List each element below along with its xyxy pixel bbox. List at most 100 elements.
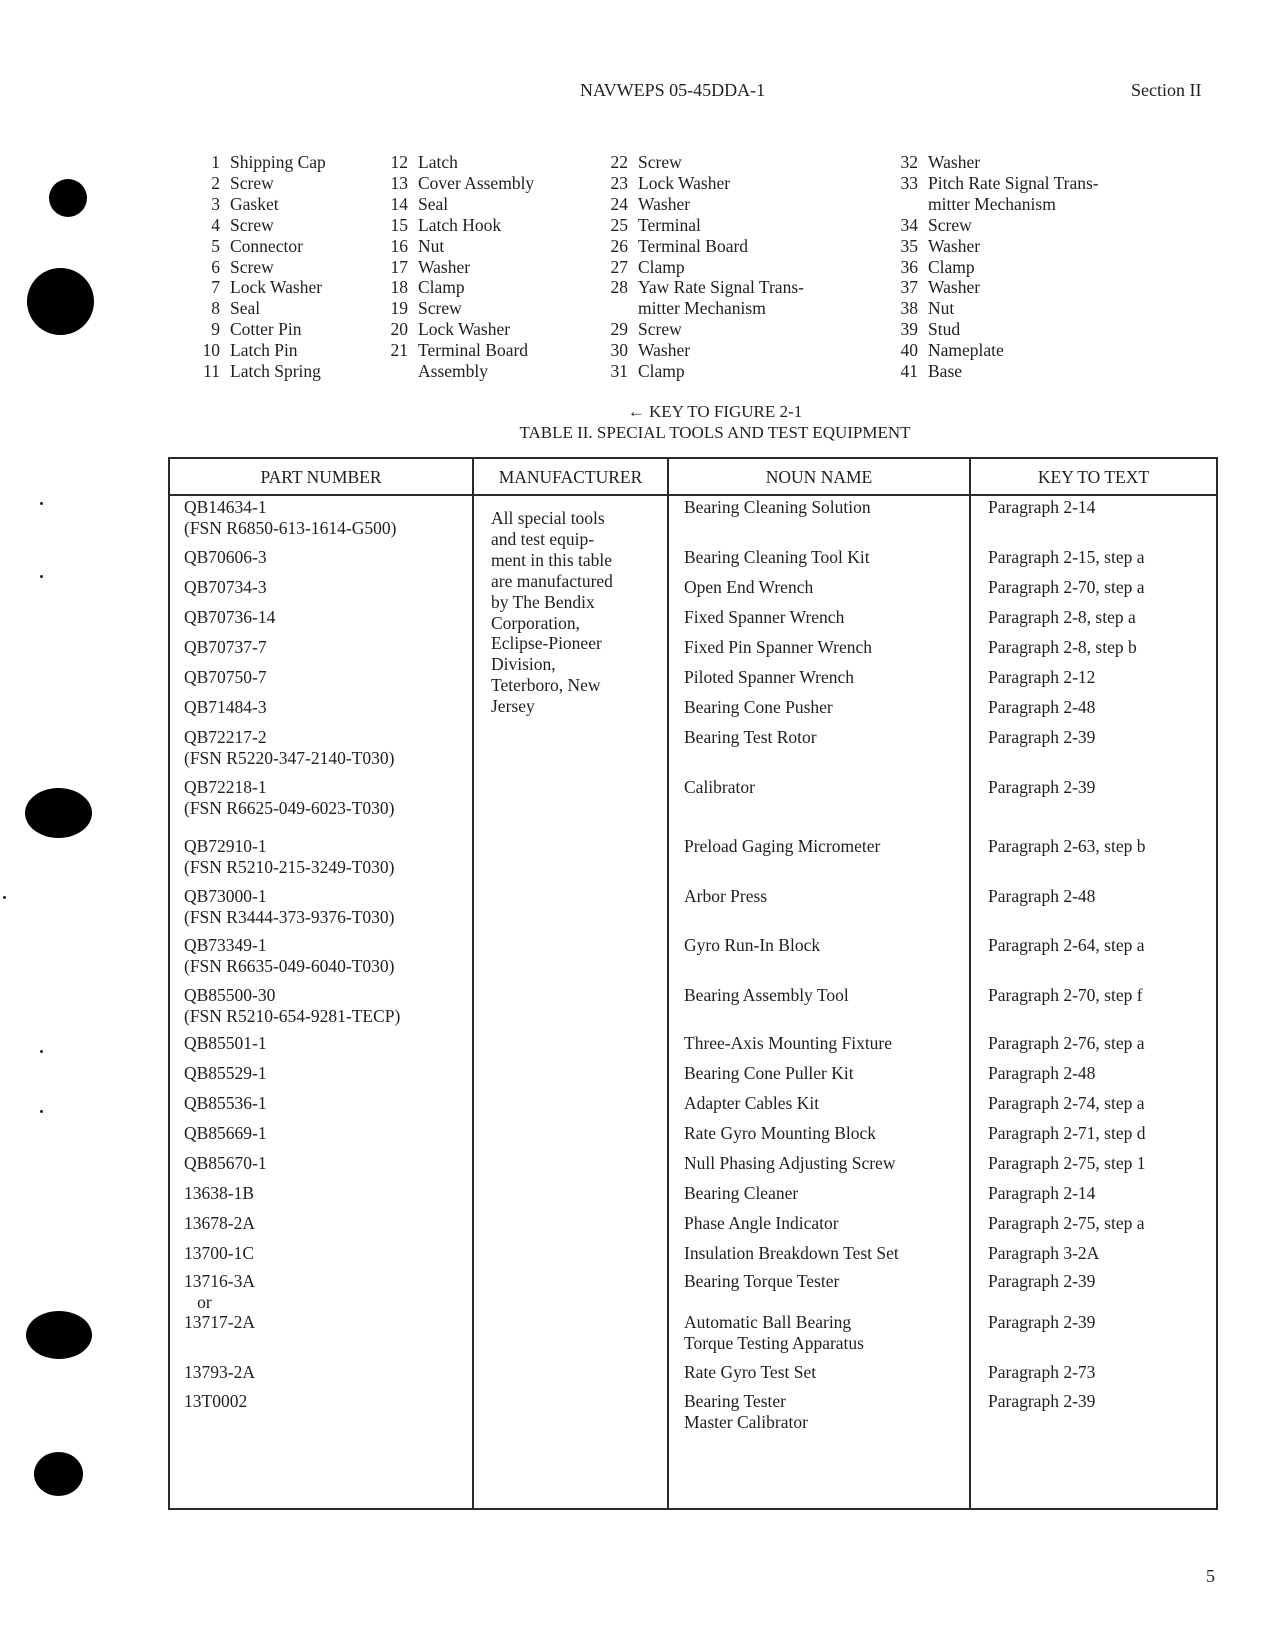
part-number-line: QB70750-7: [184, 667, 267, 687]
noun-name-line: Bearing Test Rotor: [684, 727, 817, 747]
noun-name-line: Fixed Spanner Wrench: [684, 607, 845, 627]
figure-key-item: 25 Terminal: [602, 215, 804, 236]
part-number: QB85501-1: [184, 1033, 267, 1054]
figure-key-label: Screw: [638, 152, 682, 172]
part-number: QB70736-14: [184, 607, 275, 628]
noun-name: Piloted Spanner Wrench: [684, 667, 854, 688]
figure-key-number: 34: [900, 214, 919, 235]
figure-key-label: Nameplate: [928, 340, 1004, 361]
figure-key-item: 38 Nut: [892, 298, 1099, 319]
part-number: QB72910-1 (FSN R5210-215-3249-T030): [184, 836, 394, 878]
part-number: 13717-2A: [184, 1312, 255, 1333]
key-to-text: Paragraph 2-8, step a: [988, 607, 1136, 628]
figure-key-item: 19 Screw: [382, 298, 534, 319]
figure-key-item: 24 Washer: [602, 194, 804, 215]
figure-key-number: 23: [610, 172, 629, 193]
noun-name-line: Rate Gyro Mounting Block: [684, 1123, 876, 1143]
figure-key-item: 41 Base: [892, 361, 1099, 382]
noun-name: Insulation Breakdown Test Set: [684, 1243, 899, 1264]
noun-name-line: Null Phasing Adjusting Screw: [684, 1153, 896, 1173]
noun-name-line: Arbor Press: [684, 886, 768, 906]
figure-key-item: 13 Cover Assembly: [382, 173, 535, 194]
figure-key-label: Seal: [418, 193, 449, 214]
manufacturer-note-line: Division,: [491, 654, 556, 675]
figure-key-item: 3 Gasket: [198, 194, 326, 215]
part-number: 13716-3A or: [184, 1271, 255, 1313]
figure-key-number: 38: [900, 298, 919, 319]
figure-key-label: Screw: [928, 214, 972, 235]
key-to-text: Paragraph 2-12: [988, 667, 1095, 688]
figure-key-item: 0mitter Mechanism: [602, 298, 804, 319]
figure-key-number: 6: [211, 256, 220, 277]
part-number-line: QB85669-1: [184, 1123, 267, 1143]
part-number-line: (FSN R3444-373-9376-T030): [184, 906, 395, 927]
noun-name: Fixed Pin Spanner Wrench: [684, 637, 872, 658]
noun-name: Rate Gyro Mounting Block: [684, 1123, 876, 1144]
noun-name: Bearing Cone Pusher: [684, 697, 833, 718]
figure-key-label: Connector: [230, 235, 303, 256]
key-to-text: Paragraph 2-39: [988, 777, 1095, 798]
figure-key-number: 40: [900, 340, 919, 361]
part-number: QB85670-1: [184, 1153, 267, 1174]
noun-name: Open End Wrench: [684, 577, 813, 598]
part-number-line: (FSN R5210-654-9281-TECP): [184, 1005, 401, 1026]
part-number: 13678-2A: [184, 1213, 255, 1234]
part-number-line: QB14634-1: [184, 497, 267, 517]
key-to-text: Paragraph 2-70, step f: [988, 985, 1143, 1006]
figure-key-number: 10: [202, 340, 221, 361]
figure-key-label: Pitch Rate Signal Trans-: [928, 172, 1099, 193]
figure-key-label: Latch Pin: [230, 340, 298, 361]
part-number-line: 13793-2A: [184, 1362, 255, 1382]
figure-key-number: 17: [390, 256, 409, 277]
figure-key-item: 22 Screw: [602, 152, 804, 173]
figure-key-item: 14 Seal: [382, 194, 534, 215]
part-number-line: QB72910-1: [184, 836, 267, 856]
page-number: 5: [1206, 1566, 1215, 1586]
punch-hole: [34, 1452, 83, 1496]
column-divider: [969, 457, 971, 1510]
noun-name-line: Bearing Cleaning Solution: [684, 497, 871, 517]
figure-key-label: Lock Washer: [230, 277, 323, 298]
noun-name-line: Bearing Cleaning Tool Kit: [684, 547, 870, 567]
figure-key-number: 27: [610, 256, 629, 277]
key-to-text: Paragraph 2-63, step b: [988, 836, 1145, 857]
noun-name: Null Phasing Adjusting Screw: [684, 1153, 895, 1174]
noun-name: Automatic Ball Bearing Torque Testing App…: [684, 1312, 864, 1354]
document-id: NAVWEPS 05-45DDA-1: [580, 80, 766, 100]
figure-key-item: 30 Washer: [602, 340, 804, 361]
noun-name-line: Calibrator: [684, 777, 755, 797]
punch-hole: [49, 179, 87, 217]
key-to-text: Paragraph 2-74, step a: [988, 1093, 1144, 1114]
part-number: QB72217-2 (FSN R5220-347-2140-T030): [184, 727, 394, 769]
part-number: QB73000-1 (FSN R3444-373-9376-T030): [184, 886, 394, 928]
key-to-text: Paragraph 2-14: [988, 1183, 1095, 1204]
figure-key-item: 17 Washer: [382, 257, 534, 278]
section-label: Section II: [1131, 80, 1202, 100]
figure-key-item: 16 Nut: [382, 236, 534, 257]
noun-name-line: Bearing Torque Tester: [684, 1271, 840, 1291]
figure-key-label: Cotter Pin: [230, 319, 302, 340]
part-number: 13700-1C: [184, 1243, 254, 1264]
figure-key-number: 39: [900, 319, 919, 340]
figure-key-number: 1: [211, 152, 220, 172]
part-number-line: QB85536-1: [184, 1093, 267, 1113]
part-number: QB70737-7: [184, 637, 267, 658]
key-to-text: Paragraph 2-48: [988, 697, 1095, 718]
figure-key-item: 23 Lock Washer: [602, 173, 804, 194]
figure-key-item: 39 Stud: [892, 319, 1099, 340]
manufacturer-note: All special tools and test equip-ment in …: [491, 508, 666, 717]
part-number-line: QB73349-1: [184, 935, 267, 955]
figure-key-label: Terminal Board: [418, 340, 529, 361]
table-title: TABLE II. SPECIAL TOOLS AND TEST EQUIPME…: [519, 423, 911, 442]
figure-key-number: 5: [211, 235, 220, 256]
figure-key-item: 5 Connector: [198, 236, 326, 257]
noun-name-line: Phase Angle Indicator: [684, 1213, 839, 1233]
figure-key-item: 10 Latch Pin: [198, 340, 326, 361]
part-number-line: 13638-1B: [184, 1183, 254, 1203]
part-number-line: (FSN R5210-215-3249-T030): [184, 856, 395, 877]
figure-key-number: 28: [610, 277, 629, 298]
figure-key-label: Base: [928, 361, 963, 382]
figure-key-number: 11: [203, 361, 220, 382]
figure-key-item: 0Assembly: [382, 361, 534, 382]
scan-speck: [3, 896, 6, 899]
